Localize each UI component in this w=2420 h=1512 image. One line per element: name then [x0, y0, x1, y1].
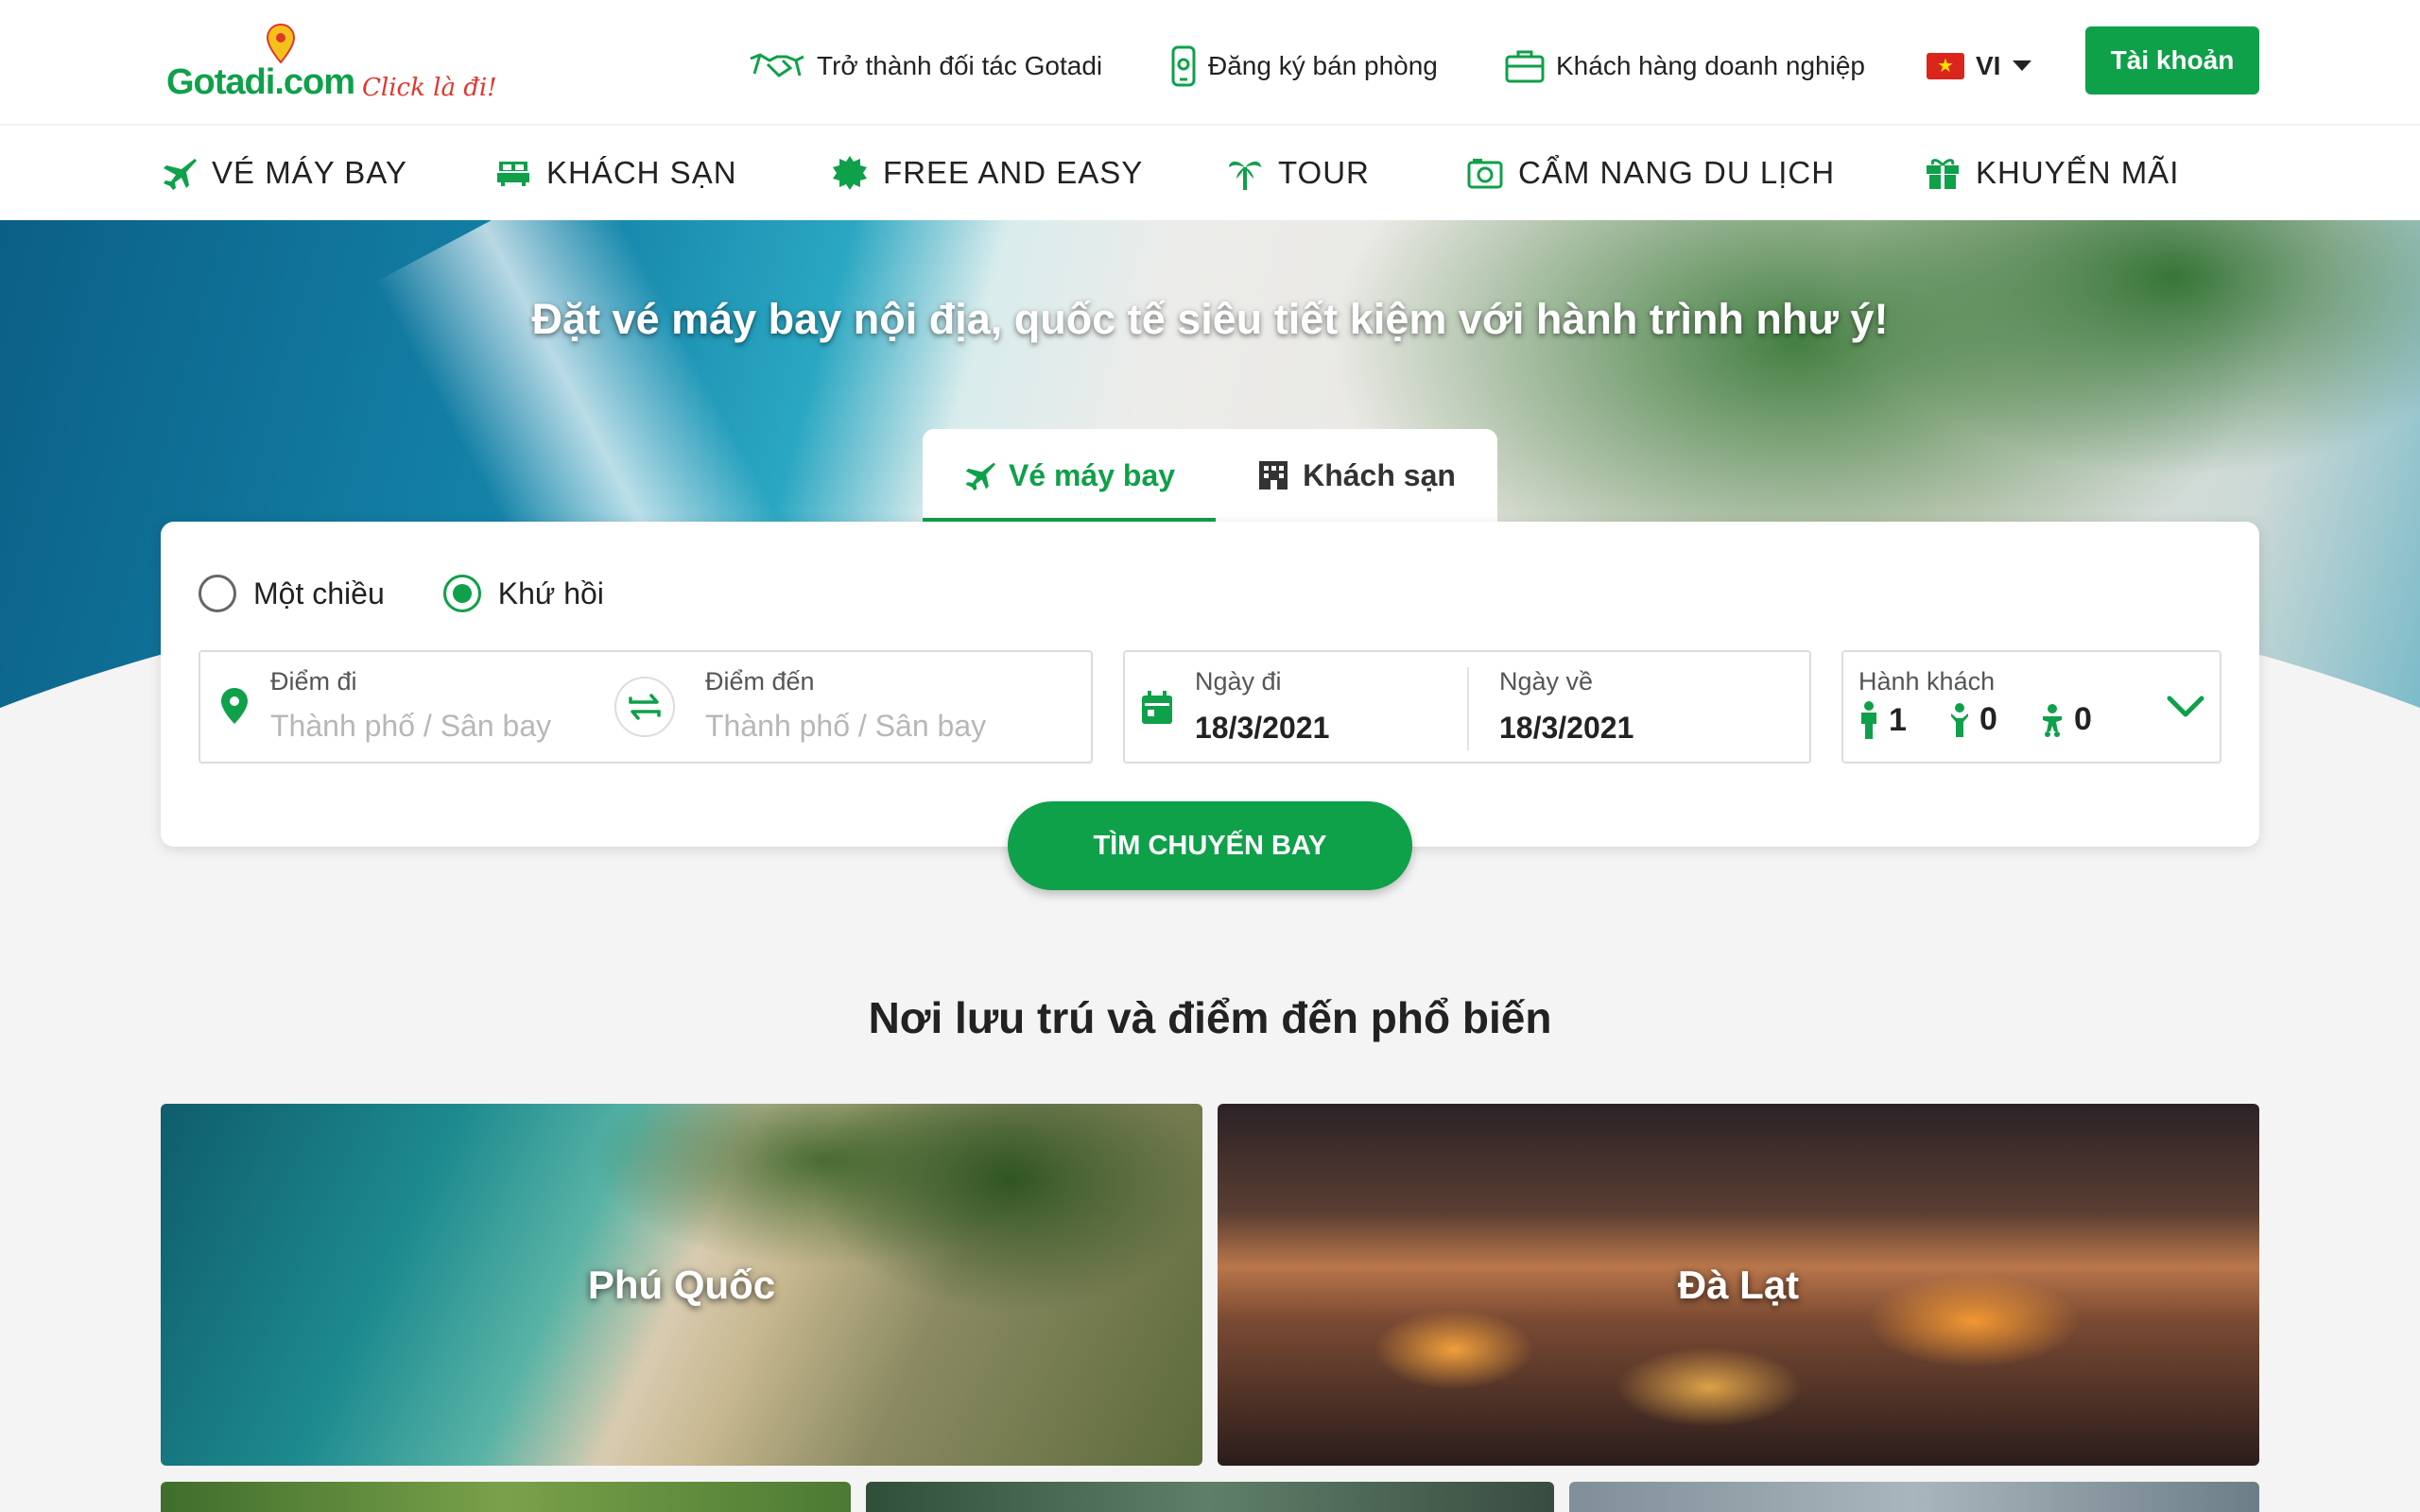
tab-hotels[interactable]: Khách sạn: [1216, 429, 1497, 522]
destination-card[interactable]: [866, 1482, 1554, 1512]
destination-name: Phú Quốc: [587, 1262, 776, 1307]
gotadi-logo[interactable]: Gotadi .com Click là đi!: [166, 23, 497, 102]
date-field-group: Ngày đi 18/3/2021 Ngày về 18/3/2021: [1123, 650, 1811, 764]
destination-card-phu-quoc[interactable]: Phú Quốc: [161, 1104, 1202, 1466]
search-flights-button[interactable]: TÌM CHUYẾN BAY: [1008, 801, 1412, 890]
language-code: VI: [1976, 51, 2001, 80]
camera-icon: [1467, 159, 1503, 189]
gift-icon: [1927, 159, 1959, 189]
origin-input[interactable]: Thành phố / Sân bay: [270, 709, 551, 744]
main-nav: VÉ MÁY BAY KHÁCH SẠN FREE AND EASY TOUR …: [0, 126, 2420, 220]
round-trip-radio[interactable]: Khứ hồi: [442, 575, 604, 612]
logo-wordmark: Gotadi: [166, 62, 275, 102]
phone-icon: [1171, 45, 1196, 87]
chevron-down-icon: [2167, 696, 2204, 717]
location-pin-logo-icon: [266, 23, 296, 64]
account-button[interactable]: Tài khoản: [2085, 26, 2259, 94]
child-count-value: 0: [1979, 701, 1997, 737]
origin-field[interactable]: Điểm đi Thành phố / Sân bay: [267, 652, 597, 762]
swap-route-button[interactable]: [614, 677, 675, 737]
nav-promotions-label: KHUYẾN MÃI: [1976, 155, 2180, 190]
depart-date-label: Ngày đi: [1195, 667, 1282, 696]
tab-hotels-label: Khách sạn: [1303, 457, 1456, 492]
adult-count: 1: [1858, 701, 1907, 739]
nav-flights[interactable]: VÉ MÁY BAY: [161, 126, 407, 220]
palm-tree-icon: [1229, 161, 1261, 190]
nav-travel-guide[interactable]: CẨM NANG DU LỊCH: [1467, 126, 1835, 220]
date-divider: [1467, 667, 1469, 750]
trip-type-group: Một chiều Khứ hồi: [199, 575, 604, 612]
nav-promotions[interactable]: KHUYẾN MÃI: [1925, 126, 2179, 220]
logo-domain: .com: [274, 62, 355, 102]
destination-card[interactable]: [161, 1482, 851, 1512]
adult-icon: [1861, 701, 1876, 739]
flight-search-form: Một chiều Khứ hồi Điểm đi Thành phố / Sâ…: [161, 522, 2259, 847]
tab-flights-label: Vé máy bay: [1008, 457, 1176, 492]
bed-icon: [497, 162, 529, 186]
hero-title: Đặt vé máy bay nội địa, quốc tế siêu tiế…: [531, 295, 1889, 343]
return-date-label: Ngày về: [1499, 667, 1594, 696]
logo-tagline: Click là đi!: [362, 74, 497, 102]
airplane-icon: [164, 159, 197, 190]
destination-field[interactable]: Điểm đến Thành phố / Sân bay: [701, 652, 1080, 762]
nav-hotels[interactable]: KHÁCH SẠN: [495, 126, 737, 220]
nav-flights-label: VÉ MÁY BAY: [212, 155, 407, 190]
swap-arrows-icon: [629, 694, 661, 720]
partner-link-label: Trở thành đối tác Gotadi: [817, 51, 1103, 80]
depart-date-field[interactable]: Ngày đi 18/3/2021: [1191, 652, 1456, 762]
child-icon: [1951, 702, 1968, 737]
nav-free-and-easy-label: FREE AND EASY: [883, 155, 1144, 190]
radio-checked-icon: [442, 575, 481, 612]
popular-destinations-title: Nơi lưu trú và điểm đến phổ biến: [868, 993, 1552, 1042]
destination-label: Điểm đến: [705, 667, 815, 696]
language-selector[interactable]: VI: [1927, 26, 2032, 106]
nav-hotels-label: KHÁCH SẠN: [546, 155, 737, 190]
partner-link[interactable]: Trở thành đối tác Gotadi: [749, 26, 1102, 106]
passengers-field[interactable]: Hành khách 1 0 0: [1841, 650, 2221, 764]
infant-count: 0: [2040, 701, 2092, 738]
one-way-radio[interactable]: Một chiều: [199, 575, 385, 612]
depart-date-value: 18/3/2021: [1195, 711, 1330, 745]
return-date-value: 18/3/2021: [1499, 711, 1634, 745]
business-customer-link[interactable]: Khách hàng doanh nghiệp: [1505, 26, 1865, 106]
briefcase-icon: [1505, 50, 1545, 83]
origin-label: Điểm đi: [270, 667, 357, 696]
register-room-link[interactable]: Đăng ký bán phòng: [1170, 26, 1438, 106]
destination-name: Đà Lạt: [1677, 1262, 1800, 1307]
search-tabs: Vé máy bay Khách sạn: [923, 429, 1497, 522]
airplane-icon: [965, 462, 995, 491]
nav-tour-label: TOUR: [1278, 155, 1370, 190]
tab-flights[interactable]: Vé máy bay: [923, 429, 1216, 522]
round-trip-label: Khứ hồi: [497, 576, 604, 610]
one-way-label: Một chiều: [253, 576, 385, 610]
badge-icon: [833, 156, 867, 190]
nav-tour[interactable]: TOUR: [1227, 126, 1370, 220]
destination-card-da-lat[interactable]: Đà Lạt: [1218, 1104, 2259, 1466]
location-pin-icon: [221, 688, 248, 724]
register-room-link-label: Đăng ký bán phòng: [1208, 51, 1438, 80]
top-bar: Gotadi .com Click là đi! Trở thành đối t…: [0, 0, 2420, 125]
infant-count-value: 0: [2074, 701, 2092, 737]
radio-unchecked-icon: [199, 575, 236, 612]
business-customer-link-label: Khách hàng doanh nghiệp: [1556, 51, 1865, 80]
nav-travel-guide-label: CẨM NANG DU LỊCH: [1518, 155, 1836, 190]
return-date-field[interactable]: Ngày về 18/3/2021: [1495, 652, 1798, 762]
vietnam-flag-icon: [1927, 53, 1964, 79]
infant-icon: [2043, 703, 2062, 737]
caret-down-icon: [2013, 60, 2032, 71]
passengers-label: Hành khách: [1858, 667, 1996, 696]
nav-free-and-easy[interactable]: FREE AND EASY: [832, 126, 1143, 220]
destination-card[interactable]: [1569, 1482, 2259, 1512]
destination-input[interactable]: Thành phố / Sân bay: [705, 709, 986, 744]
child-count: 0: [1949, 701, 1997, 738]
route-field-group: Điểm đi Thành phố / Sân bay Điểm đến Thà…: [199, 650, 1093, 764]
building-icon: [1259, 461, 1288, 490]
adult-count-value: 1: [1889, 701, 1907, 738]
handshake-icon: [750, 53, 804, 77]
calendar-icon: [1142, 691, 1172, 724]
